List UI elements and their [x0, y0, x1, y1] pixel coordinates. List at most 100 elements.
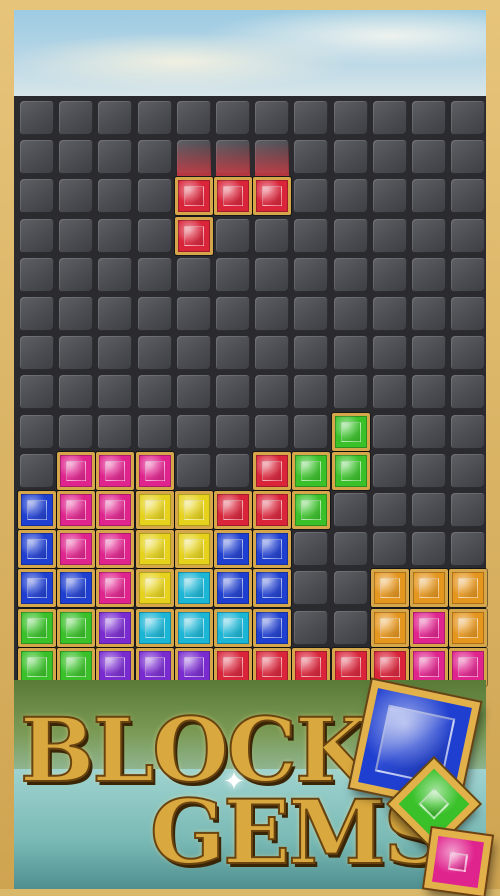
- board-cell: [333, 571, 368, 606]
- board-cell: [412, 140, 446, 175]
- placed-gem: [135, 608, 174, 647]
- board-cell: [255, 375, 290, 410]
- board-cell: [216, 218, 250, 253]
- board-cell: [333, 179, 368, 214]
- board-cell: [59, 336, 94, 371]
- sky-banner: [14, 10, 486, 96]
- board-cell: [294, 179, 329, 214]
- board-cell: [333, 493, 368, 527]
- game-board[interactable]: [14, 96, 488, 686]
- falling-piece-gem: [214, 177, 252, 216]
- board-cell: [216, 257, 250, 292]
- board-cell: [333, 532, 368, 567]
- board-cell: [20, 336, 54, 371]
- board-cell: [98, 257, 133, 292]
- placed-gem: [331, 412, 370, 451]
- board-cell: [294, 532, 329, 567]
- board-cell: [451, 218, 486, 253]
- board-cell: [255, 336, 290, 371]
- board-cell: [137, 414, 172, 449]
- board-cell: [412, 257, 446, 292]
- board-cell: [451, 375, 486, 410]
- board-cell: [59, 179, 94, 214]
- board-cell: [294, 257, 329, 292]
- board-cell: [137, 140, 172, 175]
- placed-gem: [174, 530, 213, 569]
- board-cell: [333, 610, 368, 645]
- board-cell: [451, 532, 486, 567]
- board-cell: [294, 140, 329, 175]
- board-cell: [216, 375, 250, 410]
- placed-gem: [96, 451, 135, 490]
- board-cell: [412, 493, 446, 527]
- placed-gem: [135, 530, 174, 569]
- board-cell: [137, 101, 172, 135]
- board-cell: [176, 414, 211, 449]
- placed-gem: [135, 451, 174, 490]
- placed-gem: [253, 451, 292, 490]
- placed-gem: [18, 491, 56, 529]
- board-cell: [255, 414, 290, 449]
- placed-gem: [174, 608, 213, 647]
- placed-gem: [370, 608, 409, 647]
- board-cell: [98, 218, 133, 253]
- placed-gem: [253, 569, 292, 608]
- falling-piece-gem: [174, 177, 213, 216]
- placed-gem: [57, 608, 96, 647]
- board-cell: [372, 101, 407, 135]
- board-cell: [333, 336, 368, 371]
- board-cell: [20, 140, 54, 175]
- board-cell: [20, 101, 54, 135]
- board-cell: [294, 414, 329, 449]
- board-cell: [412, 101, 446, 135]
- placed-gem: [214, 569, 252, 608]
- board-cell: [412, 532, 446, 567]
- placed-gem: [253, 530, 292, 569]
- placed-gem: [214, 491, 252, 529]
- board-cell: [137, 218, 172, 253]
- board-cell: [412, 336, 446, 371]
- board-cell: [333, 375, 368, 410]
- placed-gem: [449, 608, 488, 647]
- board-cell: [451, 336, 486, 371]
- board-cell: [176, 257, 211, 292]
- falling-trail: [255, 142, 290, 177]
- board-cell: [333, 101, 368, 135]
- board-cell: [372, 375, 407, 410]
- placed-gem: [135, 569, 174, 608]
- board-cell: [412, 297, 446, 331]
- board-cell: [372, 179, 407, 214]
- board-cell: [451, 101, 486, 135]
- board-cell: [20, 179, 54, 214]
- placed-gem: [253, 491, 292, 529]
- board-cell: [255, 257, 290, 292]
- board-cell: [137, 375, 172, 410]
- placed-gem: [253, 608, 292, 647]
- board-cell: [216, 297, 250, 331]
- placed-gem: [57, 569, 96, 608]
- board-cell: [98, 297, 133, 331]
- board-cell: [333, 257, 368, 292]
- board-cell: [451, 414, 486, 449]
- placed-gem: [57, 491, 96, 529]
- board-cell: [137, 336, 172, 371]
- board-cell: [294, 571, 329, 606]
- board-cell: [333, 218, 368, 253]
- board-cell: [372, 493, 407, 527]
- board-cell: [412, 179, 446, 214]
- board-cell: [98, 101, 133, 135]
- board-cell: [137, 257, 172, 292]
- board-cell: [294, 297, 329, 331]
- board-cell: [412, 414, 446, 449]
- placed-gem: [292, 491, 331, 529]
- board-cell: [137, 179, 172, 214]
- placed-gem: [96, 530, 135, 569]
- placed-gem: [18, 569, 56, 608]
- placed-gem: [214, 530, 252, 569]
- board-cell: [372, 297, 407, 331]
- board-cell: [176, 453, 211, 488]
- board-cell: [59, 140, 94, 175]
- board-cell: [98, 375, 133, 410]
- board-cell: [20, 257, 54, 292]
- board-cell: [20, 375, 54, 410]
